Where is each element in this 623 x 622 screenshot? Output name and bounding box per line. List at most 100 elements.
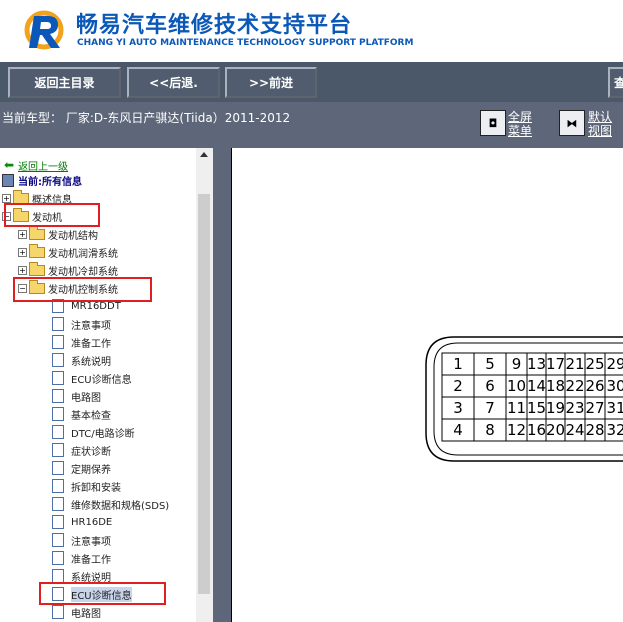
- connector-pin-number: 8: [485, 421, 495, 439]
- logo-icon: [24, 10, 64, 50]
- document-icon: [52, 515, 64, 529]
- tree-doc-label: 电路图: [71, 392, 101, 404]
- tree-doc-item[interactable]: 准备工作: [52, 549, 111, 567]
- document-icon: [52, 479, 64, 493]
- folder-icon: [29, 261, 45, 276]
- fullscreen-menu-icon[interactable]: ◘: [480, 110, 506, 136]
- tree-doc-label: 电路图: [71, 608, 101, 620]
- tree-doc-item[interactable]: 基本检查: [52, 405, 111, 423]
- connector-pin-number: 1: [453, 355, 463, 373]
- document-icon: [52, 335, 64, 349]
- panel-splitter[interactable]: [213, 148, 231, 622]
- connector-pin-number: 16: [527, 421, 546, 439]
- highlight-engine: [4, 203, 100, 227]
- scroll-thumb[interactable]: [198, 194, 210, 594]
- document-icon: [52, 443, 64, 457]
- connector-pin-number: 32: [606, 421, 623, 439]
- tree-doc-item[interactable]: 准备工作: [52, 333, 111, 351]
- tree-doc-label: 系统说明: [71, 356, 111, 368]
- expand-icon[interactable]: +: [18, 229, 27, 239]
- document-icon: [52, 551, 64, 565]
- expand-icon[interactable]: +: [18, 247, 27, 257]
- tree-doc-label: ECU诊断信息: [71, 374, 132, 386]
- tree-doc-item[interactable]: ECU诊断信息: [52, 369, 132, 387]
- document-icon: [52, 533, 64, 547]
- document-icon: [52, 605, 64, 619]
- connector-pin-number: 23: [565, 399, 584, 417]
- navigation-tree: ⬅ 返回上一级 当前:所有信息 + 概述信息 − 发动机 + 发动机结构 + 发…: [0, 148, 213, 622]
- tree-doc-item[interactable]: 电路图: [52, 387, 101, 405]
- back-to-main-button[interactable]: 返回主目录: [8, 67, 121, 98]
- document-icon: [52, 317, 64, 331]
- forward-button[interactable]: >>前进: [225, 67, 317, 98]
- connector-pin-number: 14: [527, 377, 546, 395]
- tree-doc-label: 注意事项: [71, 536, 111, 548]
- expand-icon[interactable]: +: [2, 193, 11, 203]
- tree-scrollbar[interactable]: [196, 148, 213, 622]
- connector-pin-number: 29: [606, 355, 623, 373]
- tree-doc-item[interactable]: 拆卸和安装: [52, 477, 121, 495]
- toolbar: 返回主目录 <<后退. >>前进 查: [0, 62, 623, 102]
- document-icon: [52, 497, 64, 511]
- tree-doc-label: MR16DDT: [71, 300, 121, 312]
- tree-doc-item[interactable]: 维修数据和规格(SDS): [52, 495, 169, 513]
- back-button[interactable]: <<后退.: [127, 67, 220, 98]
- tree-node-engine-structure[interactable]: + 发动机结构: [18, 225, 98, 243]
- connector-diagram: 1 5 9 13 17 21 25 292 6 10 14 18 22 26 303 7 11 15 19 23 27 3…: [425, 336, 623, 462]
- connector-pin-number: 6: [485, 377, 495, 395]
- connector-pin-number: 12: [507, 421, 526, 439]
- connector-pin-number: 27: [585, 399, 604, 417]
- connector-pin-number: 5: [485, 355, 495, 373]
- expand-icon[interactable]: +: [18, 265, 27, 275]
- tree-doc-item[interactable]: DTC/电路诊断: [52, 423, 135, 441]
- connector-pin-number: 24: [565, 421, 584, 439]
- fullscreen-menu-link[interactable]: 全屏菜单: [508, 110, 534, 138]
- connector-pin-number: 21: [565, 355, 584, 373]
- tree-doc-label: HR16DE: [71, 516, 113, 528]
- connector-pin-number: 7: [485, 399, 495, 417]
- tree-doc-item[interactable]: 注意事项: [52, 315, 111, 333]
- connector-pin-number: 25: [585, 355, 604, 373]
- tree-doc-item[interactable]: 电路图: [52, 603, 101, 621]
- folder-icon: [29, 225, 45, 240]
- tree-doc-item[interactable]: 症状诊断: [52, 441, 111, 459]
- document-icon: [52, 425, 64, 439]
- tree-doc-item[interactable]: 定期保养: [52, 459, 111, 477]
- tree-doc-label: 基本检查: [71, 410, 111, 422]
- connector-pin-number: 15: [527, 399, 546, 417]
- connector-pin-number: 22: [565, 377, 584, 395]
- connector-pin-number: 30: [606, 377, 623, 395]
- default-view-link[interactable]: 默认视图: [588, 110, 614, 138]
- tree-doc-label: DTC/电路诊断: [71, 428, 135, 440]
- document-icon: [52, 569, 64, 583]
- folder-icon: [13, 189, 29, 204]
- document-icon: [52, 371, 64, 385]
- connector-pin-number: 13: [527, 355, 546, 373]
- default-view-icon[interactable]: ⧓: [559, 110, 585, 136]
- tree-doc-label: 注意事项: [71, 320, 111, 332]
- search-button[interactable]: 查: [608, 67, 623, 98]
- tree-doc-label: 拆卸和安装: [71, 482, 121, 494]
- tree-doc-label: 定期保养: [71, 464, 111, 476]
- tree-doc-item[interactable]: 系统说明: [52, 351, 111, 369]
- connector-pin-number: 26: [585, 377, 604, 395]
- connector-pin-number: 4: [453, 421, 463, 439]
- current-vehicle-label: 当前车型： 厂家:D-东风日产骐达(Tiida）2011-2012: [2, 111, 291, 125]
- highlight-engine-control: [13, 277, 152, 302]
- connector-pin-number: 17: [546, 355, 565, 373]
- connector-pin-number: 28: [585, 421, 604, 439]
- document-icon: [52, 353, 64, 367]
- header: 畅易汽车维修技术支持平台 CHANG YI AUTO MAINTENANCE T…: [0, 0, 623, 62]
- tree-node-engine-lube[interactable]: + 发动机润滑系统: [18, 243, 118, 261]
- tree-doc-item[interactable]: 注意事项: [52, 531, 111, 549]
- connector-pin-number: 9: [512, 355, 522, 373]
- tree-doc-item[interactable]: HR16DE: [52, 513, 112, 531]
- tree-doc-label: 症状诊断: [71, 446, 111, 458]
- connector-pin-number: 18: [546, 377, 565, 395]
- connector-pin-number: 3: [453, 399, 463, 417]
- scroll-up-icon[interactable]: [200, 152, 208, 157]
- brand-title: 畅易汽车维修技术支持平台: [76, 13, 353, 38]
- tree-doc-label: 维修数据和规格(SDS): [71, 500, 170, 512]
- connector-pin-number: 11: [507, 399, 526, 417]
- computer-icon: [2, 173, 14, 187]
